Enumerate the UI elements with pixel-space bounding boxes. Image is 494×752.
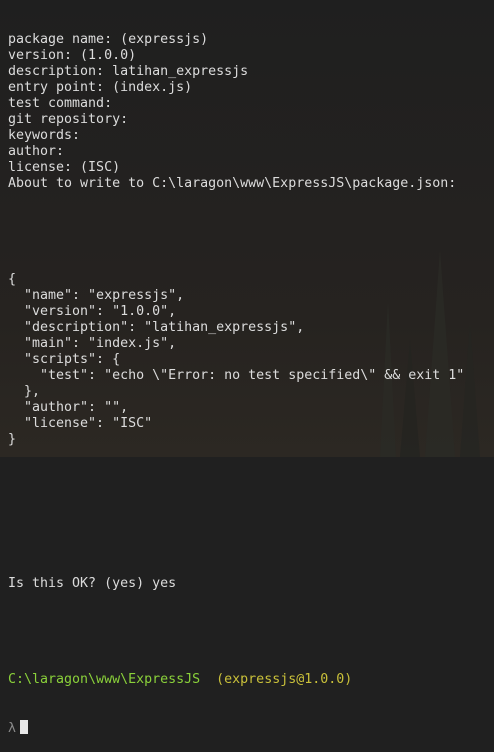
json-line: },	[8, 384, 41, 399]
package-json-preview: { "name": "expressjs", "version": "1.0.0…	[8, 272, 494, 448]
json-line: "main": "index.js",	[8, 336, 177, 351]
prompt-line: git repository:	[8, 112, 129, 127]
status-package: (expressjs@1.0.0)	[216, 672, 353, 687]
json-line: {	[8, 272, 17, 287]
prompt-line: author:	[8, 144, 65, 159]
json-line: "test": "echo \"Error: no test specified…	[8, 368, 465, 383]
json-line: "version": "1.0.0",	[8, 304, 177, 319]
status-line: C:\laragon\www\ExpressJS (expressjs@1.0.…	[8, 672, 494, 688]
prompt-line: package name: (expressjs)	[8, 32, 209, 47]
json-line: "scripts": {	[8, 352, 121, 367]
prompt-line: keywords:	[8, 128, 81, 143]
prompt-line: About to write to C:\laragon\www\Express…	[8, 176, 457, 191]
json-line: "description": "latihan_expressjs",	[8, 320, 305, 335]
lambda-prompt-icon: λ	[8, 721, 17, 736]
json-line: "name": "expressjs",	[8, 288, 185, 303]
terminal-output: package name: (expressjs) version: (1.0.0…	[8, 0, 494, 736]
json-line: }	[8, 432, 17, 447]
npm-init-prompts: package name: (expressjs) version: (1.0.0…	[8, 32, 494, 192]
prompt-line: test command:	[8, 96, 113, 111]
prompt-line: description: latihan_expressjs	[8, 64, 249, 79]
command-prompt[interactable]: λ	[8, 720, 494, 736]
status-path: C:\laragon\www\ExpressJS	[8, 672, 201, 687]
json-line: "author": "",	[8, 400, 129, 415]
prompt-line: version: (1.0.0)	[8, 48, 137, 63]
text-cursor[interactable]	[20, 720, 29, 734]
json-line: "license": "ISC"	[8, 416, 153, 431]
prompt-line: license: (ISC)	[8, 160, 121, 175]
confirm-line: Is this OK? (yes) yes	[8, 576, 177, 591]
prompt-line: entry point: (index.js)	[8, 80, 193, 95]
